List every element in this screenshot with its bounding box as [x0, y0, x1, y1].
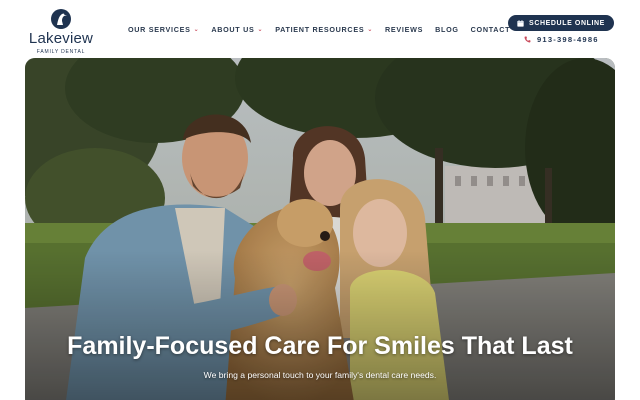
nav-item-about-us[interactable]: ABOUT US ⌄	[211, 25, 263, 34]
nav-item-patient-resources[interactable]: PATIENT RESOURCES ⌄	[275, 25, 373, 34]
calendar-icon	[517, 19, 524, 27]
heron-bird-icon	[51, 9, 71, 29]
hero-banner: Family-Focused Care For Smiles That Last…	[25, 58, 615, 400]
schedule-online-button[interactable]: SCHEDULE ONLINE	[508, 15, 614, 31]
site-header: Lakeview FAMILY DENTAL OUR SERVICES ⌄ AB…	[0, 0, 640, 58]
nav-item-label: PATIENT RESOURCES	[275, 24, 365, 34]
chevron-down-icon: ⌄	[193, 26, 200, 33]
phone-number: 913-398-4986	[537, 34, 599, 44]
chevron-down-icon: ⌄	[367, 26, 374, 33]
nav-item-label: BLOG	[435, 24, 459, 34]
chevron-down-icon: ⌄	[257, 26, 264, 33]
nav-item-our-services[interactable]: OUR SERVICES ⌄	[128, 25, 199, 34]
schedule-online-label: SCHEDULE ONLINE	[529, 19, 605, 27]
phone-link[interactable]: 913-398-4986	[524, 34, 599, 44]
nav-item-label: REVIEWS	[385, 24, 424, 34]
brand-tagline: FAMILY DENTAL	[36, 49, 86, 55]
nav-item-label: ABOUT US	[211, 24, 255, 34]
phone-icon	[524, 36, 531, 42]
nav-item-blog[interactable]: BLOG	[435, 25, 459, 34]
nav-item-contact[interactable]: CONTACT	[471, 25, 511, 34]
brand-name: Lakeview	[28, 30, 94, 47]
nav-item-reviews[interactable]: REVIEWS	[385, 25, 423, 34]
hero-subtitle: We bring a personal touch to your family…	[203, 370, 437, 380]
nav-item-label: OUR SERVICES	[128, 24, 191, 34]
hero-title: Family-Focused Care For Smiles That Last	[67, 332, 573, 360]
nav-item-label: CONTACT	[470, 24, 511, 34]
main-nav: OUR SERVICES ⌄ ABOUT US ⌄ PATIENT RESOUR…	[128, 23, 510, 35]
site-logo[interactable]: Lakeview FAMILY DENTAL	[24, 8, 98, 55]
